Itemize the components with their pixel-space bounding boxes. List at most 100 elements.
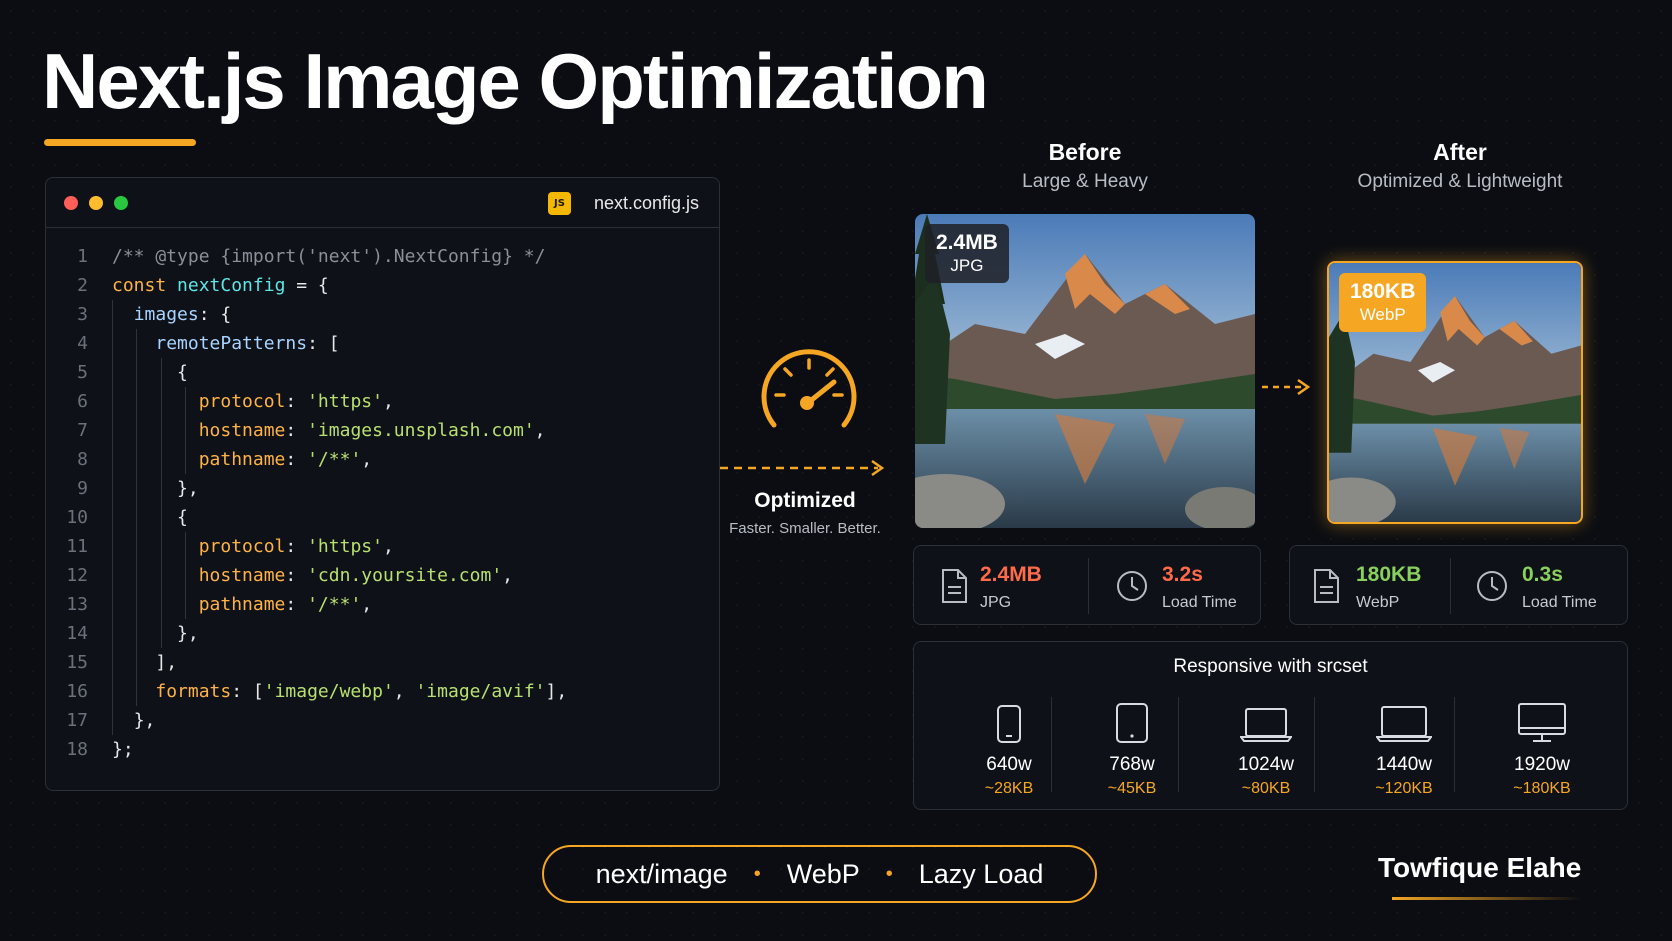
line-number: 15 — [66, 652, 88, 673]
indent-guide — [112, 329, 113, 358]
indent-guide — [160, 474, 162, 503]
code-token: : — [285, 391, 308, 412]
pill-separator: • — [753, 862, 761, 885]
after-badge-size: 180KB — [1350, 280, 1416, 303]
title-underline — [44, 139, 196, 146]
code-token: }, — [177, 623, 199, 644]
pill-item-webp: WebP — [786, 858, 860, 889]
line-number: 7 — [77, 420, 88, 441]
srcset-size: ~120KB — [1375, 780, 1433, 797]
indent-guide — [112, 474, 113, 503]
code-token: : [ — [307, 333, 340, 354]
indent-guide — [185, 561, 187, 590]
code-line: 12 hostname: 'cdn.yoursite.com', — [46, 561, 719, 590]
code-line: 14 }, — [46, 619, 719, 648]
indent-guide — [136, 648, 138, 677]
code-token: remotePatterns — [155, 333, 308, 354]
srcset-divider — [1454, 697, 1455, 792]
code-token: pathname — [198, 594, 286, 615]
code-token: pathname — [198, 449, 286, 470]
code-token: '/**' — [307, 449, 362, 470]
features-pill: next/image • WebP • Lazy Load — [542, 845, 1097, 903]
indent-guide — [112, 387, 113, 416]
code-token: nextConfig — [177, 275, 286, 296]
after-image: 180KB WebP — [1327, 261, 1583, 524]
srcset-width: 1920w — [1514, 754, 1570, 775]
code-token: , — [382, 536, 394, 557]
code-window: JS next.config.js 1 /** @type {import('ne… — [45, 177, 720, 791]
code-titlebar: JS next.config.js — [46, 178, 719, 228]
page-title: Next.js Image Optimization — [42, 37, 989, 125]
pill-item-lazy-load: Lazy Load — [918, 858, 1044, 889]
code-token: '/**' — [307, 594, 362, 615]
code-token: 'https' — [307, 391, 383, 412]
after-subheading: Optimized & Lightweight — [1357, 171, 1563, 192]
laptop-icon — [1240, 708, 1292, 742]
code-line: 18}; — [46, 735, 719, 764]
before-stat-size: 2.4MB — [980, 563, 1042, 586]
indent-guide — [112, 648, 113, 677]
indent-guide — [185, 416, 187, 445]
minimize-window-dot[interactable] — [89, 196, 103, 210]
line-number: 17 — [66, 710, 88, 731]
indent-guide — [136, 532, 138, 561]
code-line: 11 protocol: 'https', — [46, 532, 719, 561]
code-token: images — [133, 304, 199, 325]
line-number: 12 — [66, 565, 88, 586]
indent-guide — [160, 532, 162, 561]
close-window-dot[interactable] — [64, 196, 78, 210]
code-token: : — [285, 420, 308, 441]
line-number: 4 — [77, 333, 88, 354]
srcset-item: 1440w ~120KB — [1344, 694, 1464, 798]
srcset-item: 768w ~45KB — [1072, 694, 1192, 798]
before-badge-size: 2.4MB — [936, 231, 998, 254]
indent-guide — [185, 532, 187, 561]
stat-divider — [1450, 558, 1451, 614]
code-line: 16 formats: ['image/webp', 'image/avif']… — [46, 677, 719, 706]
indent-guide — [112, 532, 113, 561]
code-line: 6 protocol: 'https', — [46, 387, 719, 416]
after-stats: 180KB WebP 0.3s Load Time — [1289, 545, 1628, 625]
code-line: 8 pathname: '/**', — [46, 445, 719, 474]
indent-guide — [136, 387, 138, 416]
indent-guide — [160, 561, 162, 590]
srcset-width: 1440w — [1376, 754, 1432, 775]
indent-guide — [112, 300, 113, 329]
srcset-item: 1024w ~80KB — [1206, 694, 1326, 798]
srcset-width: 768w — [1109, 754, 1155, 775]
code-token: { — [177, 507, 188, 528]
author-name: Towfique Elahe — [1378, 852, 1582, 883]
indent-guide — [112, 677, 113, 706]
srcset-size: ~180KB — [1513, 780, 1571, 797]
phone-icon — [997, 705, 1021, 743]
code-line: 2 const nextConfig = { — [46, 271, 719, 300]
code-line: 17 }, — [46, 706, 719, 735]
after-stat-time-label: Load Time — [1522, 594, 1597, 611]
line-number: 2 — [77, 275, 88, 296]
code-token: , — [534, 420, 546, 441]
code-token: hostname — [198, 420, 286, 441]
code-line: 10 { — [46, 503, 719, 532]
after-badge-format: WebP — [1359, 305, 1406, 324]
line-number: 3 — [77, 304, 88, 325]
indent-guide — [160, 358, 162, 387]
code-token: formats — [155, 681, 232, 702]
indent-guide — [112, 706, 113, 735]
code-token: , — [382, 391, 394, 412]
before-subheading: Large & Heavy — [1022, 171, 1148, 192]
file-icon — [1314, 569, 1339, 603]
before-heading: Before — [1048, 139, 1122, 165]
pill-separator: • — [885, 862, 893, 885]
srcset-size: ~45KB — [1107, 780, 1157, 797]
responsive-srcset-panel: Responsive with srcset 640w ~28KB 768w ~… — [913, 641, 1628, 810]
line-number: 6 — [77, 391, 88, 412]
indent-guide — [136, 445, 138, 474]
maximize-window-dot[interactable] — [114, 196, 128, 210]
code-token: 'https' — [307, 536, 383, 557]
optimized-sub: Faster. Smaller. Better. — [729, 520, 881, 537]
code-token: ], — [155, 652, 178, 673]
srcset-width: 1024w — [1238, 754, 1294, 775]
code-line: 9 }, — [46, 474, 719, 503]
indent-guide — [112, 619, 113, 648]
code-token: , — [361, 449, 373, 470]
